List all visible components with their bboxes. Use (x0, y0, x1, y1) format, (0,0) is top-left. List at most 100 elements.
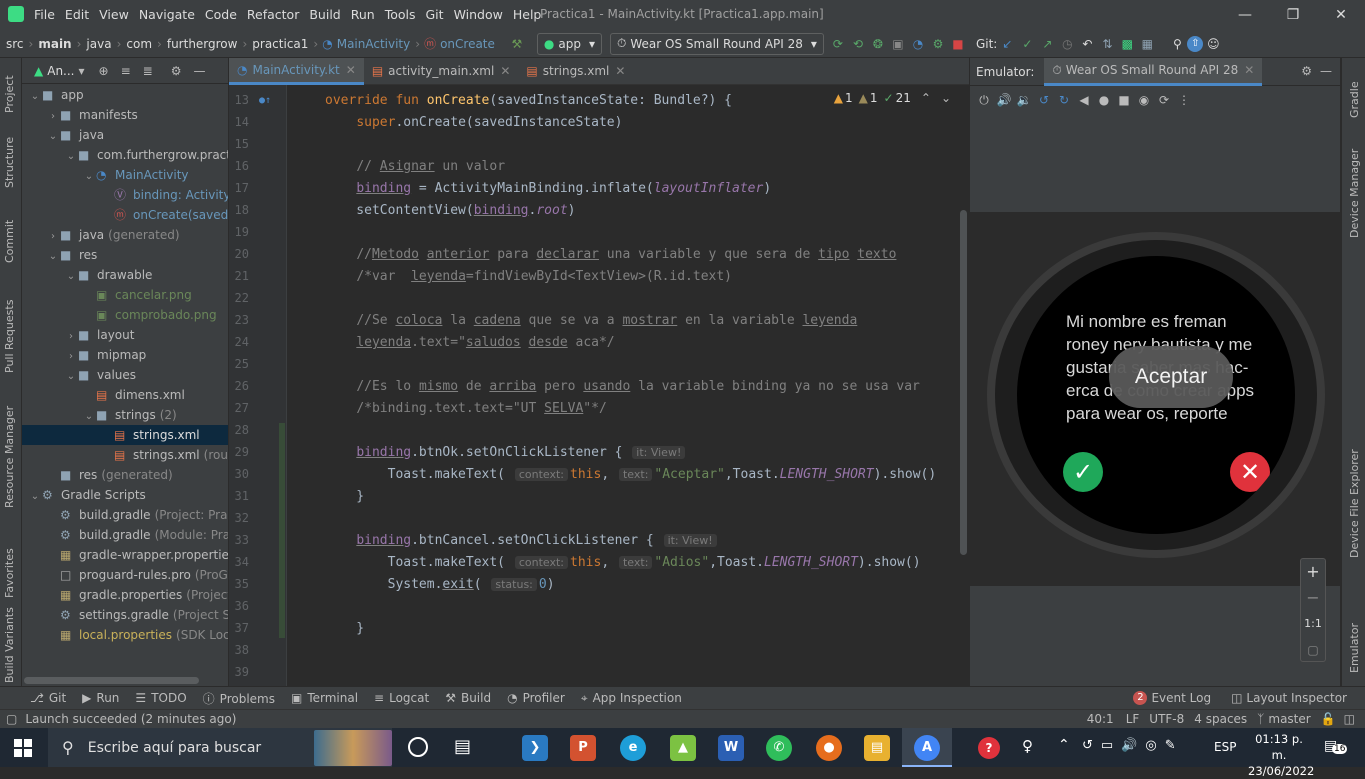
cancel-button[interactable]: ✕ (1230, 452, 1270, 492)
breadcrumb-item[interactable]: src (2, 37, 28, 51)
minimize-button[interactable]: — (1221, 0, 1269, 30)
tree-item[interactable]: ▦ local.properties(SDK Locati (22, 625, 228, 645)
tree-item[interactable]: ⌄ ■ res (22, 245, 228, 265)
zoom-fit-icon[interactable]: ▢ (1301, 637, 1325, 663)
tool-window-git[interactable]: ⎇ Git (30, 691, 66, 705)
lock-icon[interactable]: 🔓 (1321, 712, 1336, 726)
chevron-down-icon[interactable]: ⌄ (82, 407, 96, 425)
editor-tab[interactable]: ▤ strings.xml ✕ (518, 58, 633, 85)
zoom-actual-button[interactable]: 1:1 (1301, 611, 1325, 637)
tree-item[interactable]: ▤ strings.xml (22, 425, 228, 445)
tree-item[interactable]: ⌄ ■ strings (2) (22, 405, 228, 425)
close-icon[interactable]: ✕ (615, 64, 625, 78)
breadcrumb-item[interactable]: practica1 (248, 37, 312, 51)
tree-item[interactable]: › ■ manifests (22, 105, 228, 125)
stripe-commit[interactable]: Commit (3, 220, 16, 263)
tree-item[interactable]: ⌄ ⚙ Gradle Scripts (22, 485, 228, 505)
tree-item[interactable]: ⌄ ◔ MainActivity (22, 165, 228, 185)
tree-item[interactable]: ⌄ ■ app (22, 85, 228, 105)
debug-icon[interactable]: ❂ (868, 37, 888, 51)
git-history-icon[interactable]: ◷ (1057, 37, 1077, 51)
chevron-down-icon[interactable]: ⌄ (82, 167, 96, 185)
update-icon[interactable]: ⇧ (1187, 35, 1204, 52)
stripe-pull-requests[interactable]: Pull Requests (3, 300, 16, 373)
tool-window-problems[interactable]: ⓘ Problems (203, 690, 275, 707)
tree-item[interactable]: › ■ mipmap (22, 345, 228, 365)
tool-window-profiler[interactable]: ◔ Profiler (507, 691, 565, 705)
vertical-scrollbar[interactable] (960, 210, 967, 555)
tool-window-build[interactable]: ⚒ Build (445, 691, 491, 705)
editor-tab[interactable]: ◔ MainActivity.kt ✕ (229, 57, 364, 85)
breadcrumb-item[interactable]: MainActivity (333, 37, 415, 51)
menu-build[interactable]: Build (309, 7, 340, 22)
chevron-down-icon[interactable]: ⌄ (28, 87, 42, 105)
event-log-button[interactable]: Event Log (1151, 691, 1211, 705)
expand-all-icon[interactable]: ≡ (121, 64, 131, 78)
caret-position[interactable]: 40:1 (1087, 712, 1114, 726)
run-config-select[interactable]: ● app ▾ (536, 32, 603, 55)
menu-window[interactable]: Window (454, 7, 503, 22)
whatsapp-icon[interactable]: ✆ (766, 735, 792, 761)
stripe-device-file-explorer[interactable]: Device File Explorer (1348, 449, 1361, 558)
android-debug-icon[interactable]: ⚙ (928, 37, 948, 51)
word-icon[interactable]: W (718, 735, 744, 761)
tree-item[interactable]: Ⓥbinding: ActivityM (22, 185, 228, 205)
line-separator[interactable]: LF (1126, 712, 1140, 726)
menu-git[interactable]: Git (426, 7, 444, 22)
tree-item[interactable]: ⚙ build.gradle(Module: Pract (22, 525, 228, 545)
stripe-gradle[interactable]: Gradle (1348, 81, 1361, 118)
stripe-structure[interactable]: Structure (3, 137, 16, 188)
menu-file[interactable]: File (34, 7, 55, 22)
tree-item[interactable]: ⌄ ■ com.furthergrow.practic (22, 145, 228, 165)
inspection-widget[interactable]: ▲ 1 ▲ 1 ✓ 21 ⌃ ⌄ (834, 91, 951, 105)
chevron-down-icon[interactable]: ⌄ (64, 147, 78, 165)
hammer-icon[interactable]: ⚒ (507, 37, 527, 51)
snapshot-icon[interactable]: ⟳ (1154, 93, 1174, 107)
emulator-screen[interactable]: Mi nombre es freman roney nery bautista … (970, 212, 1340, 586)
rotate-right-icon[interactable]: ↻ (1054, 93, 1074, 107)
stripe-resource-manager[interactable]: Resource Manager (3, 406, 16, 508)
git-branch[interactable]: master (1268, 712, 1310, 726)
tree-item[interactable]: □ proguard-rules.pro(ProGua (22, 565, 228, 585)
tree-item[interactable]: ⌄ ■ values (22, 365, 228, 385)
device-select[interactable]: ⏱ Wear OS Small Round API 28 ▾ (610, 32, 824, 55)
chevron-down-icon[interactable]: ⌄ (46, 247, 60, 265)
tree-item[interactable]: ⌄ ■ java (22, 125, 228, 145)
code-editor[interactable]: 13 14 15 16 17 18 19 20 21 22 23 24 25 26 27 28 29 30 31 32… (229, 85, 969, 686)
stripe-favorites[interactable]: Favorites (3, 548, 16, 598)
tree-item[interactable]: ▦ gradle.properties(Project Pr (22, 585, 228, 605)
emulator-device-tab[interactable]: ⏱ Wear OS Small Round API 28 ✕ (1044, 57, 1263, 86)
breadcrumb-item[interactable]: main (34, 37, 75, 51)
menu-navigate[interactable]: Navigate (139, 7, 195, 22)
input-language[interactable]: ESP (1214, 740, 1236, 754)
device-manager-icon[interactable]: ▩ (1117, 37, 1137, 51)
volume-down-icon[interactable]: 🔉 (1014, 93, 1034, 107)
horizontal-scrollbar[interactable] (24, 677, 199, 684)
zoom-out-button[interactable]: − (1301, 585, 1325, 611)
chevron-right-icon[interactable]: › (64, 327, 78, 345)
tree-item[interactable]: ⚙ settings.gradle(Project Sett (22, 605, 228, 625)
watch-face[interactable]: Mi nombre es freman roney nery bautista … (1017, 256, 1295, 534)
hide-panel-icon[interactable]: — (1320, 64, 1332, 78)
menu-edit[interactable]: Edit (65, 7, 89, 22)
tree-item[interactable]: ⌄ ■ drawable (22, 265, 228, 285)
chevron-right-icon[interactable]: › (64, 347, 78, 365)
android-studio-taskbar-item[interactable]: A (902, 728, 952, 767)
gear-icon[interactable]: ⚙ (171, 64, 182, 78)
collapse-all-icon[interactable]: ≣ (143, 64, 153, 78)
close-window-button[interactable]: ✕ (1317, 0, 1365, 30)
power-icon[interactable]: ⏻ (974, 93, 994, 108)
stripe-emulator[interactable]: Emulator (1348, 623, 1361, 673)
home-icon[interactable]: ● (1094, 93, 1114, 107)
git-commit-icon[interactable]: ✓ (1017, 37, 1037, 51)
sync-gradle-icon[interactable]: ⇅ (1097, 37, 1117, 51)
windows-start-icon[interactable] (14, 739, 32, 757)
widgets-icon[interactable]: ▤ (454, 736, 471, 757)
chevron-down-icon[interactable]: ⌄ (28, 487, 42, 505)
people-icon[interactable]: ♀ (1022, 737, 1033, 755)
file-explorer-icon[interactable]: ▤ (864, 735, 890, 761)
layout-inspector-button[interactable]: Layout Inspector (1246, 691, 1347, 705)
tree-item[interactable]: ⚙ build.gradle(Project: Practi (22, 505, 228, 525)
edge-icon[interactable]: e (620, 735, 646, 761)
close-icon[interactable]: ✕ (346, 63, 356, 77)
